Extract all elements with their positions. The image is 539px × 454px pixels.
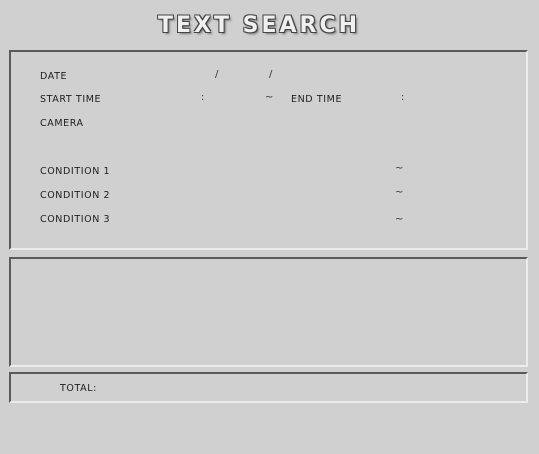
condition-1-label: CONDITION 1 xyxy=(40,166,111,177)
range-separator: ~ xyxy=(395,163,404,174)
condition-1-to-field[interactable] xyxy=(409,165,509,178)
page-title: TEXT SEARCH xyxy=(157,13,361,38)
condition-2-from-field[interactable] xyxy=(161,189,391,202)
range-separator: ~ xyxy=(395,214,404,225)
start-minute-field[interactable] xyxy=(209,93,261,106)
condition-3-label: CONDITION 3 xyxy=(40,214,111,225)
end-minute-field[interactable] xyxy=(409,93,459,106)
time-separator: : xyxy=(201,92,205,103)
date-label: DATE xyxy=(40,71,68,82)
end-time-label: END TIME xyxy=(291,94,343,105)
range-separator: ~ xyxy=(265,92,274,103)
date-separator: / xyxy=(215,69,219,80)
camera-field[interactable] xyxy=(161,117,361,130)
date-month-field[interactable] xyxy=(225,70,265,83)
range-separator: ~ xyxy=(395,187,404,198)
condition-3-to-field[interactable] xyxy=(409,214,509,227)
start-hour-field[interactable] xyxy=(161,93,199,106)
total-panel: TOTAL: xyxy=(9,372,528,403)
date-day-field[interactable] xyxy=(279,70,319,83)
camera-label: CAMERA xyxy=(40,118,84,129)
results-list[interactable] xyxy=(9,257,528,367)
time-separator: : xyxy=(401,92,405,103)
start-time-label: START TIME xyxy=(40,94,102,105)
condition-3-from-field[interactable] xyxy=(161,214,391,227)
condition-1-from-field[interactable] xyxy=(161,165,391,178)
total-label: TOTAL: xyxy=(60,383,97,394)
search-criteria-panel: DATE / / START TIME : ~ END TIME : CAMER… xyxy=(9,50,528,250)
date-separator: / xyxy=(269,69,273,80)
date-year-field[interactable] xyxy=(161,70,211,83)
condition-2-to-field[interactable] xyxy=(409,189,509,202)
end-hour-field[interactable] xyxy=(356,93,400,106)
condition-2-label: CONDITION 2 xyxy=(40,190,111,201)
